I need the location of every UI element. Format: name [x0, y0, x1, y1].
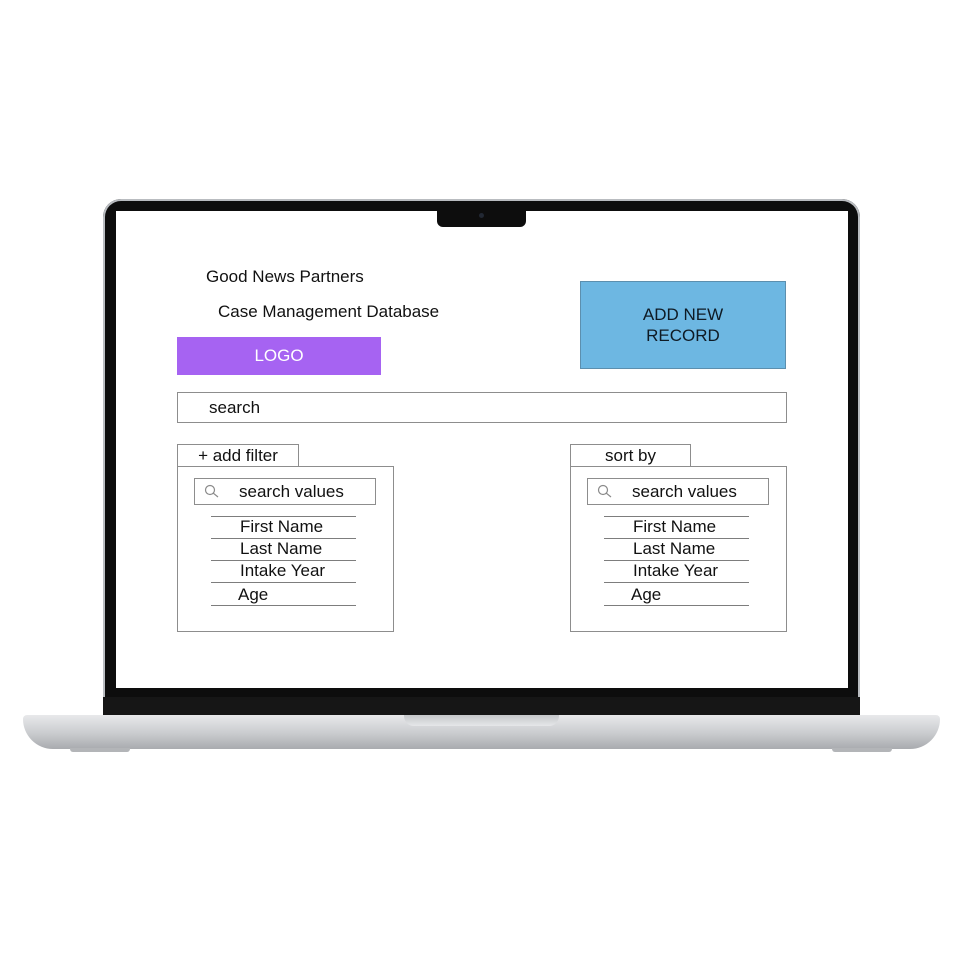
app-screen: Good News Partners Case Management Datab… [116, 211, 848, 688]
filter-option-intake-year[interactable]: Intake Year [211, 560, 356, 582]
filter-option-last-name[interactable]: Last Name [211, 538, 356, 560]
sort-options-list: First Name Last Name Intake Year Age [604, 516, 749, 606]
search-icon [597, 484, 612, 498]
sort-by-tab[interactable]: sort by [570, 444, 691, 467]
logo-placeholder: LOGO [177, 337, 381, 375]
filter-search-box [194, 478, 376, 505]
laptop-opening-notch [404, 715, 559, 726]
sort-option-intake-year[interactable]: Intake Year [604, 560, 749, 582]
sort-option-first-name[interactable]: First Name [604, 516, 749, 538]
main-search-bar [177, 392, 787, 423]
add-filter-tab[interactable]: + add filter [177, 444, 299, 467]
app-title: Case Management Database [218, 302, 440, 321]
sort-search-input[interactable] [588, 479, 768, 504]
search-icon [204, 484, 219, 498]
filter-search-input[interactable] [195, 479, 375, 504]
filter-option-first-name[interactable]: First Name [211, 516, 356, 538]
filter-panel: First Name Last Name Intake Year Age [177, 466, 394, 632]
add-new-record-button[interactable]: ADD NEW RECORD [580, 281, 786, 369]
main-search-input[interactable] [178, 393, 786, 422]
filter-option-age[interactable]: Age [211, 582, 356, 606]
sort-option-last-name[interactable]: Last Name [604, 538, 749, 560]
sort-panel: First Name Last Name Intake Year Age [570, 466, 787, 632]
sort-option-age[interactable]: Age [604, 582, 749, 606]
camera-notch [437, 210, 526, 227]
org-name: Good News Partners [206, 267, 364, 286]
sort-search-box [587, 478, 769, 505]
filter-options-list: First Name Last Name Intake Year Age [211, 516, 356, 606]
add-new-record-label: ADD NEW RECORD [642, 305, 724, 345]
laptop-foot-left [70, 748, 130, 752]
laptop-bezel-bottom [103, 697, 860, 715]
laptop-foot-right [832, 748, 892, 752]
camera-icon [479, 213, 484, 218]
